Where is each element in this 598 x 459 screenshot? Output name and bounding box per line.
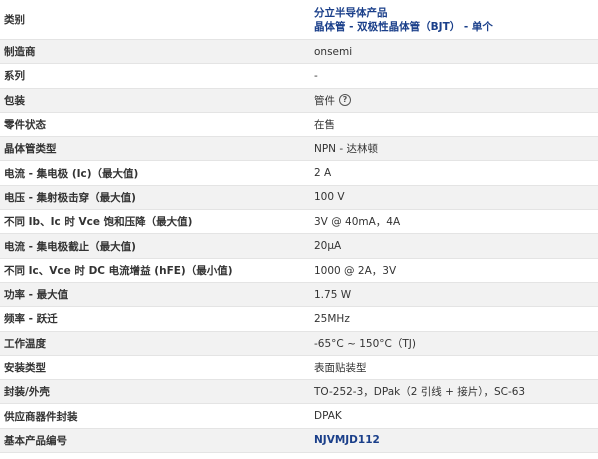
- spec-value: -65°C ~ 150°C（TJ): [314, 337, 416, 350]
- spec-row-vce-saturation: 不同 Ib、Ic 时 Vce 饱和压降（最大值) 3V @ 40mA，4A: [0, 210, 598, 235]
- spec-value: NJVMJD112: [310, 429, 598, 452]
- spec-label: 封装/外壳: [4, 386, 50, 399]
- spec-value: onsemi: [314, 45, 353, 58]
- spec-row-collector-current: 电流 - 集电极 (Ic)（最大值) 2 A: [0, 161, 598, 186]
- spec-value: 100 V: [314, 191, 345, 204]
- spec-value: 20μA: [314, 240, 342, 253]
- spec-row-operating-temperature: 工作温度 -65°C ~ 150°C（TJ): [0, 331, 598, 356]
- spec-table: 类别 分立半导体产品 晶体管 - 双极性晶体管（BJT） - 单个 制造商 on…: [0, 0, 598, 454]
- spec-value: TO-252-3，DPak（2 引线 + 接片），SC-63: [314, 386, 526, 399]
- spec-row-category: 类别 分立半导体产品 晶体管 - 双极性晶体管（BJT） - 单个: [0, 0, 598, 40]
- category-link-discrete[interactable]: 分立半导体产品: [314, 6, 388, 20]
- spec-row-supplier-package: 供应商器件封装 DPAK: [0, 404, 598, 429]
- spec-row-cutoff-current: 电流 - 集电极截止（最大值) 20μA: [0, 234, 598, 259]
- spec-label: 供应商器件封装: [4, 410, 78, 423]
- spec-value: 2 A: [314, 167, 332, 180]
- spec-value: 1000 @ 2A，3V: [314, 264, 397, 277]
- spec-value: DPAK: [314, 410, 342, 423]
- spec-row-part-status: 零件状态 在售: [0, 113, 598, 138]
- spec-value: 分立半导体产品 晶体管 - 双极性晶体管（BJT） - 单个: [310, 0, 598, 39]
- spec-label: 功率 - 最大值: [4, 289, 69, 302]
- spec-value: 表面贴装型: [314, 362, 367, 374]
- spec-row-package-case: 封装/外壳 TO-252-3，DPak（2 引线 + 接片），SC-63: [0, 380, 598, 405]
- spec-label: 安装类型: [4, 362, 46, 374]
- spec-row-dc-gain: 不同 Ic、Vce 时 DC 电流增益 (hFE)（最小值) 1000 @ 2A…: [0, 259, 598, 283]
- spec-value: 3V @ 40mA，4A: [314, 216, 401, 229]
- spec-row-power-max: 功率 - 最大值 1.75 W: [0, 282, 598, 308]
- spec-row-packaging: 包装 管件 ?: [0, 88, 598, 113]
- spec-row-breakdown-voltage: 电压 - 集射极击穿（最大值) 100 V: [0, 185, 598, 211]
- spec-label: 电流 - 集电极截止（最大值): [4, 240, 136, 253]
- spec-value: NPN - 达林顿: [314, 143, 379, 156]
- spec-row-manufacturer: 制造商 onsemi: [0, 40, 598, 65]
- spec-label: 类别: [4, 14, 25, 26]
- spec-label: 零件状态: [4, 119, 46, 132]
- spec-label: 工作温度: [4, 337, 46, 350]
- help-circle-icon[interactable]: ?: [339, 94, 351, 107]
- spec-label: 晶体管类型: [4, 143, 57, 156]
- spec-label: 电压 - 集射极击穿（最大值): [4, 191, 136, 204]
- spec-label: 电流 - 集电极 (Ic)（最大值): [4, 167, 139, 180]
- spec-value: 25MHz: [314, 312, 350, 325]
- category-link-bjt-single[interactable]: 晶体管 - 双极性晶体管（BJT） - 单个: [314, 20, 493, 34]
- spec-value: 在售: [314, 119, 335, 132]
- spec-label: 制造商: [4, 46, 36, 59]
- spec-value: 管件 ?: [310, 89, 598, 112]
- spec-value: 1.75 W: [314, 288, 352, 301]
- spec-row-series: 系列 -: [0, 64, 598, 89]
- base-product-number-link[interactable]: NJVMJD112: [314, 434, 380, 446]
- spec-value: -: [314, 69, 318, 82]
- spec-row-base-product-number: 基本产品编号 NJVMJD112: [0, 428, 598, 454]
- spec-label: 频率 - 跃迁: [4, 313, 58, 326]
- spec-row-transistor-type: 晶体管类型 NPN - 达林顿: [0, 137, 598, 162]
- spec-row-mounting-type: 安装类型 表面贴装型: [0, 356, 598, 381]
- spec-label: 不同 Ic、Vce 时 DC 电流增益 (hFE)（最小值): [4, 264, 233, 277]
- spec-label: 不同 Ib、Ic 时 Vce 饱和压降（最大值): [4, 216, 193, 229]
- spec-label: 系列: [4, 70, 25, 83]
- packaging-value: 管件: [314, 94, 335, 107]
- spec-label: 包装: [4, 94, 25, 107]
- spec-label: 基本产品编号: [4, 434, 67, 447]
- spec-row-transition-frequency: 频率 - 跃迁 25MHz: [0, 307, 598, 332]
